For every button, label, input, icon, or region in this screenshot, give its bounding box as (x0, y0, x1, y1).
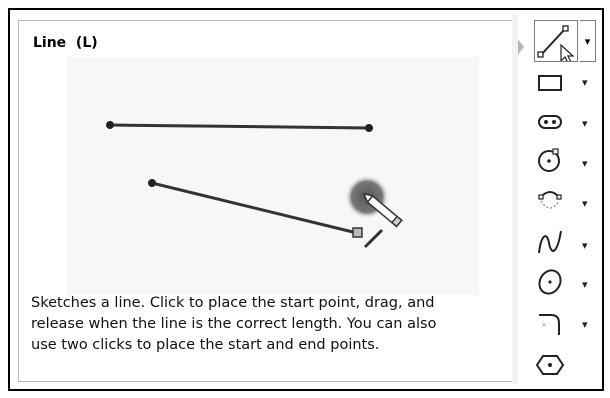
arc-dropdown-button[interactable]: ▾ (582, 197, 592, 210)
toolbar-background-strip (512, 14, 518, 384)
line-button[interactable] (534, 20, 578, 64)
line-icon (537, 25, 575, 64)
ellipse-dropdown-button[interactable]: ▾ (582, 278, 592, 291)
rectangle-icon (538, 75, 562, 91)
fillet-button[interactable]: × (532, 304, 568, 340)
slot-dropdown-button[interactable]: ▾ (582, 117, 592, 130)
fillet-dropdown-button[interactable]: ▾ (582, 318, 592, 331)
chevron-down-icon: ▾ (584, 34, 591, 48)
sketch-toolbar: ▾ ▾ ▾ ▾ ▾ ▾ ▾ × ▾ (512, 14, 604, 384)
tooltip-preview (67, 57, 479, 295)
description-line: Sketches a line. Click to place the star… (31, 295, 435, 311)
arc-icon (538, 191, 562, 209)
sample-line-2 (151, 181, 358, 235)
polygon-button[interactable] (532, 347, 568, 383)
description-line: release when the line is the correct len… (31, 316, 437, 332)
slot-icon (538, 115, 562, 129)
spline-dropdown-button[interactable]: ▾ (582, 239, 592, 252)
sample-line-1 (109, 123, 370, 130)
tooltip: Line (L) Sketches a line. Click to place… (18, 20, 518, 382)
polygon-icon (535, 355, 565, 375)
spline-button[interactable] (532, 224, 568, 260)
ellipse-button[interactable] (532, 264, 568, 300)
circle-button[interactable] (532, 142, 568, 178)
ellipse-icon (538, 269, 562, 295)
sample-line-2-end-handle (352, 227, 363, 238)
fillet-icon: × (539, 314, 560, 335)
rectangle-button[interactable] (532, 62, 568, 98)
svg-text:×: × (541, 321, 547, 329)
sample-line-2-start (148, 179, 156, 187)
arc-button[interactable] (532, 182, 568, 218)
sample-line-1-start (106, 121, 114, 129)
slot-button[interactable] (532, 104, 568, 140)
cursor-line-glyph (363, 228, 384, 249)
rectangle-dropdown-button[interactable]: ▾ (582, 76, 592, 89)
tooltip-title: Line (L) (33, 35, 98, 51)
circle-icon (538, 148, 560, 172)
tooltip-description: Sketches a line. Click to place the star… (31, 293, 507, 356)
line-preview-illustration (106, 121, 403, 249)
sample-line-1-end (365, 124, 373, 132)
spline-icon (538, 230, 562, 254)
circle-dropdown-button[interactable]: ▾ (582, 157, 592, 170)
description-line: use two clicks to place the start and en… (31, 337, 380, 353)
line-dropdown-button[interactable]: ▾ (580, 20, 596, 62)
